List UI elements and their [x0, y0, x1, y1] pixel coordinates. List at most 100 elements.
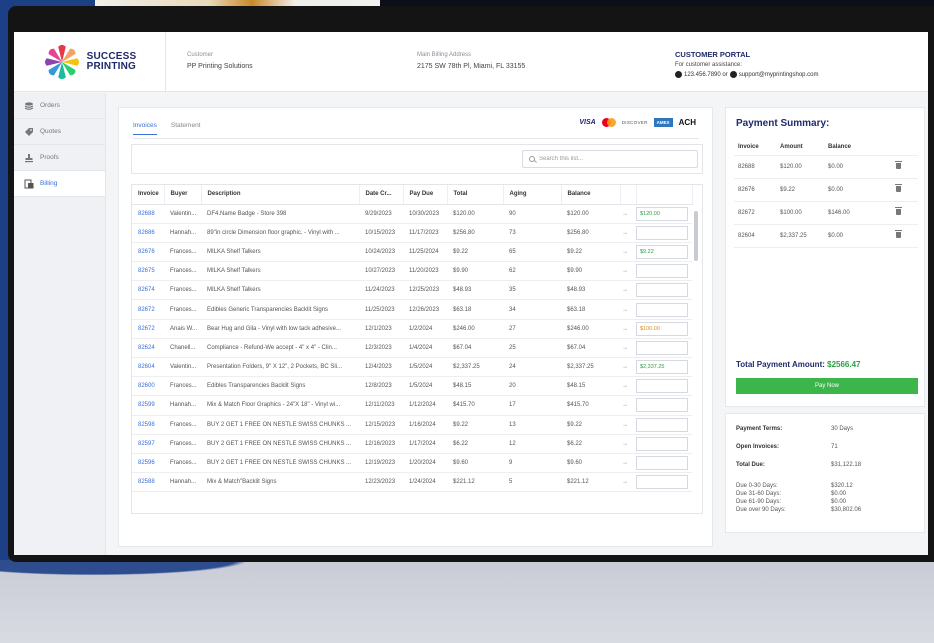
- remove-button[interactable]: [888, 207, 908, 217]
- portal-email[interactable]: support@myprintingshop.com: [739, 72, 819, 78]
- apply-arrow-icon[interactable]: →: [620, 395, 636, 416]
- tab-invoices[interactable]: Invoices: [133, 122, 157, 135]
- table-row[interactable]: 82686 Hannah... 89"in circle Dimension flo…: [132, 223, 692, 243]
- apply-arrow-icon[interactable]: →: [620, 280, 636, 301]
- payment-amount-input[interactable]: $9.22: [636, 244, 688, 259]
- apply-arrow-icon[interactable]: →: [620, 453, 636, 474]
- payment-summary-table: Invoice Amount Balance 82688 $120.00 $0.00…: [734, 138, 918, 248]
- table-row[interactable]: 82675 Frances... MILKA Shelf Talkers 10/27/…: [132, 261, 692, 282]
- payment-amount-input[interactable]: $2,337.25: [636, 360, 688, 375]
- table-row[interactable]: 82598 Frances... BUY 2 GET 1 FREE ON NESTL…: [132, 415, 692, 435]
- payment-amount-input[interactable]: [636, 340, 688, 355]
- invoice-link[interactable]: 82674: [132, 280, 164, 301]
- tag-icon: [25, 127, 33, 136]
- sidebar-item-billing[interactable]: Billing: [14, 171, 105, 197]
- invoice-link[interactable]: 82598: [132, 415, 164, 435]
- summary-row: 82604 $2,337.25 $0.00: [734, 225, 918, 248]
- apply-arrow-icon[interactable]: →: [620, 338, 636, 359]
- table-scrollbar[interactable]: [694, 211, 698, 261]
- tab-statement[interactable]: Statement: [171, 122, 201, 135]
- pay-due-cell: 1/2/2024: [403, 319, 447, 339]
- company-logo[interactable]: SUCCESS PRINTING: [14, 32, 166, 92]
- table-row[interactable]: 82600 Frances... Edibles Transparencies Ba…: [132, 376, 692, 397]
- remove-button[interactable]: [888, 184, 908, 194]
- invoice-link[interactable]: 82686: [132, 223, 164, 243]
- payment-cell: [636, 415, 692, 435]
- payment-amount-input[interactable]: [636, 475, 688, 490]
- invoice-link[interactable]: 82596: [132, 453, 164, 474]
- payment-amount-input[interactable]: [636, 264, 688, 279]
- table-row[interactable]: 82688 Valentin... DF4.Name Badge - Store 3…: [132, 204, 692, 224]
- payment-amount-input[interactable]: [636, 417, 688, 432]
- apply-arrow-icon[interactable]: →: [620, 242, 636, 263]
- column-header-pay-due[interactable]: Pay Due: [403, 185, 448, 205]
- portal-phone[interactable]: 123.456.7890 or: [684, 72, 728, 78]
- invoice-link[interactable]: 82676: [132, 242, 164, 263]
- column-header-date-created[interactable]: Date Cr...: [359, 185, 404, 205]
- apply-arrow-icon[interactable]: →: [620, 299, 636, 320]
- column-header-invoice[interactable]: Invoice: [132, 185, 165, 205]
- invoice-link[interactable]: 82675: [132, 261, 164, 282]
- sidebar-item-label: Orders: [40, 102, 60, 109]
- remove-button[interactable]: [888, 230, 908, 240]
- table-row[interactable]: 82599 Hannah... Mix & Match Floor Graphics…: [132, 395, 692, 416]
- invoice-link[interactable]: 82672: [132, 299, 164, 320]
- table-row[interactable]: 82674 Frances... MILKA Shelf Talkers 11/24/…: [132, 280, 692, 301]
- invoice-link[interactable]: 82604: [132, 357, 164, 378]
- column-header-description[interactable]: Description: [201, 185, 360, 205]
- apply-arrow-icon[interactable]: →: [620, 472, 636, 493]
- payment-cell: [636, 299, 692, 320]
- table-row[interactable]: 82672 Frances... Edibles Generic Transpare…: [132, 299, 692, 320]
- payment-cell: $120.00: [636, 204, 692, 224]
- apply-arrow-icon[interactable]: →: [620, 204, 636, 224]
- invoice-link[interactable]: 82688: [132, 204, 164, 224]
- search-input[interactable]: [539, 156, 689, 162]
- description-cell: BUY 2 GET 1 FREE ON NESTLE SWISS CHUNKS …: [201, 453, 359, 474]
- trash-icon: [894, 184, 902, 192]
- apply-arrow-icon[interactable]: →: [620, 319, 636, 339]
- search-box[interactable]: [522, 150, 698, 168]
- summary-invoice: 82604: [738, 233, 755, 239]
- invoice-link[interactable]: 82600: [132, 376, 164, 397]
- apply-arrow-icon[interactable]: →: [620, 415, 636, 435]
- payment-amount-input[interactable]: [636, 283, 688, 298]
- payment-amount-input[interactable]: [636, 398, 688, 413]
- column-header-buyer[interactable]: Buyer: [164, 185, 202, 205]
- payment-amount-input[interactable]: [636, 302, 688, 317]
- payment-amount-input[interactable]: [636, 379, 688, 394]
- invoice-link[interactable]: 82599: [132, 395, 164, 416]
- payment-amount-input[interactable]: $100.00: [636, 321, 688, 336]
- apply-arrow-icon[interactable]: →: [620, 261, 636, 282]
- table-row[interactable]: 82597 Frances... BUY 2 GET 1 FREE ON NESTL…: [132, 434, 692, 454]
- apply-arrow-icon[interactable]: →: [620, 357, 636, 378]
- payment-amount-input[interactable]: $120.00: [636, 206, 688, 221]
- payment-methods: VISA DISCOVER AMEX ACH: [579, 118, 696, 127]
- aging-cell: 24: [503, 357, 561, 378]
- payment-amount-input[interactable]: [636, 456, 688, 471]
- apply-arrow-icon[interactable]: →: [620, 376, 636, 397]
- table-row[interactable]: 82624 Chanell... Compliance - Refund-We ac…: [132, 338, 692, 359]
- apply-arrow-icon[interactable]: →: [620, 223, 636, 243]
- table-row[interactable]: 82596 Frances... BUY 2 GET 1 FREE ON NESTL…: [132, 453, 692, 474]
- table-row[interactable]: 82672 Anais W... Bear Hug and Gila - Vinyl…: [132, 319, 692, 339]
- column-header-total[interactable]: Total: [447, 185, 504, 205]
- payment-cell: [636, 472, 692, 493]
- sidebar-item-orders[interactable]: Orders: [14, 93, 105, 119]
- sidebar-item-quotes[interactable]: Quotes: [14, 119, 105, 145]
- table-row[interactable]: 82676 Frances... MILKA Shelf Talkers 10/24/…: [132, 242, 692, 263]
- invoice-link[interactable]: 82597: [132, 434, 164, 454]
- table-row[interactable]: 82604 Valentin... Presentation Folders, 9"…: [132, 357, 692, 378]
- remove-button[interactable]: [888, 161, 908, 171]
- column-header-balance[interactable]: Balance: [561, 185, 621, 205]
- payment-amount-input[interactable]: [636, 436, 688, 451]
- invoice-link[interactable]: 82624: [132, 338, 164, 359]
- apply-arrow-icon[interactable]: →: [620, 434, 636, 454]
- sidebar-item-proofs[interactable]: Proofs: [14, 145, 105, 171]
- column-header-aging[interactable]: Aging: [503, 185, 562, 205]
- invoice-link[interactable]: 82588: [132, 472, 164, 493]
- table-row[interactable]: 82588 Hannah... Mix & Match"Backlit Signs 1…: [132, 472, 692, 493]
- invoice-link[interactable]: 82672: [132, 319, 164, 339]
- payment-amount-input[interactable]: [636, 225, 688, 240]
- pay-now-button[interactable]: Pay Now: [736, 378, 918, 394]
- app-header: SUCCESS PRINTING Customer PP Printing So…: [14, 32, 928, 92]
